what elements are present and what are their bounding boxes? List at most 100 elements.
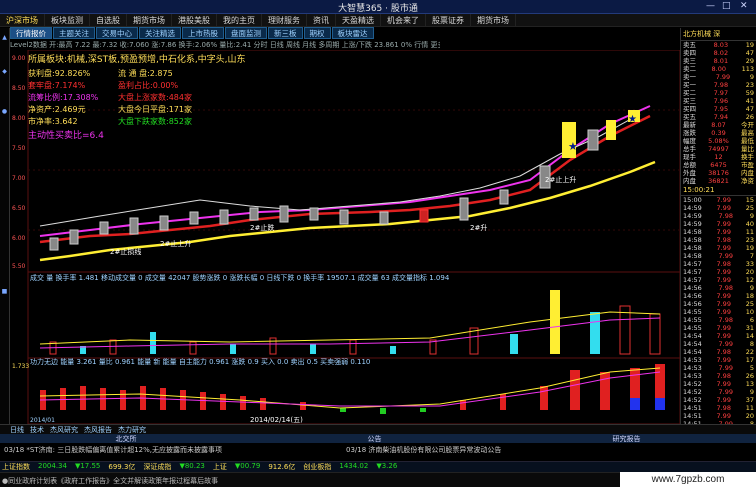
left-strip-icon[interactable]: ■ — [1, 288, 8, 295]
tick-cell: 31 — [745, 324, 754, 332]
tick-cell: 7.98 — [718, 284, 734, 292]
menu-item[interactable]: 我的主页 — [217, 14, 262, 26]
order-book-row[interactable]: 外盘 38176 内盘 — [681, 169, 756, 177]
menu-item[interactable]: 板块监测 — [45, 14, 90, 26]
menu-item[interactable]: 期货市场 — [127, 14, 172, 26]
tick-cell: 7.99 — [718, 364, 734, 372]
order-book-cell: 26 — [745, 113, 754, 121]
menu-item[interactable]: 天盈精选 — [336, 14, 381, 26]
order-book-row[interactable]: 最新 8.07 今开 — [681, 121, 756, 129]
tick-row: 14:52 7.99 37 — [681, 396, 756, 404]
tick-row: 14:55 7.98 6 — [681, 316, 756, 324]
tick-cell: 15 — [745, 196, 754, 204]
tick-cell: 12 — [745, 276, 754, 284]
order-book-row[interactable]: 卖三 8.01 29 — [681, 57, 756, 65]
order-book-row[interactable]: 涨跌 0.39 最高 — [681, 129, 756, 137]
tab[interactable]: 盘面监测 — [225, 27, 267, 39]
tick-cell: 7.99 — [716, 204, 731, 212]
order-book-cell: 8.02 — [713, 49, 729, 57]
minimize-icon[interactable]: — — [706, 1, 715, 11]
news-item[interactable]: 03/18 济南柴油机股份有限公司股票异常波动公告 — [346, 445, 501, 455]
news-column-header[interactable]: 北交所 — [116, 434, 137, 443]
maximize-icon[interactable]: □ — [722, 1, 731, 11]
ticker-item[interactable]: 深证成指 — [143, 462, 171, 472]
order-book-row[interactable]: 总手 74997 量比 — [681, 145, 756, 153]
tab[interactable]: 期权 — [303, 27, 331, 39]
menu-item[interactable]: 资讯 — [307, 14, 336, 26]
left-strip-icon[interactable]: ◆ — [1, 68, 8, 75]
left-strip-icon[interactable]: ● — [1, 108, 8, 115]
order-book-row[interactable]: 买四 7.95 47 — [681, 105, 756, 113]
tick-cell: 14:58 — [683, 228, 702, 236]
close-icon[interactable]: ✕ — [740, 1, 748, 11]
tick-cell: 14:58 — [683, 236, 702, 244]
news-column-header[interactable]: 公告 — [368, 434, 382, 443]
tick-row: 14:55 7.99 10 — [681, 308, 756, 316]
ticker-item: ▼80.23 — [179, 462, 205, 470]
menu-item[interactable]: 股票证券 — [426, 14, 471, 26]
tick-cell: 7.98 — [718, 316, 734, 324]
tick-row: 14:57 7.99 12 — [681, 276, 756, 284]
bottom-tab[interactable]: 杰风报告 — [84, 425, 112, 434]
menu-item[interactable]: 沪深市场 — [0, 14, 45, 26]
tick-cell: 14:53 — [683, 372, 702, 380]
bottom-tab[interactable]: 日线 — [10, 425, 24, 434]
tick-cell: 9 — [749, 284, 754, 292]
tick-cell: 14:52 — [683, 388, 702, 396]
left-strip-icon[interactable]: ▲ — [1, 34, 8, 41]
tab[interactable]: 板块雷达 — [331, 27, 374, 39]
tick-cell: 14:59 — [683, 220, 702, 228]
order-book-row[interactable]: 内盘 36821 净资 — [681, 177, 756, 185]
news-column-header[interactable]: 研究报告 — [613, 434, 641, 443]
tick-cell: 7.99 — [718, 388, 734, 396]
tick-cell: 7.99 — [716, 220, 731, 228]
order-book-cell: 买五 — [683, 113, 696, 121]
tab[interactable]: 新三板 — [268, 27, 303, 39]
tick-cell: 14:56 — [683, 284, 702, 292]
tab[interactable]: 关注精选 — [139, 27, 181, 39]
bottom-tab[interactable]: 技术 — [30, 425, 44, 434]
menu-item[interactable]: 港股美股 — [172, 14, 217, 26]
news-item[interactable]: 03/18 *ST济南: 三日股跌幅偏离值累计超12%,无应披露而未披露事项 — [4, 445, 222, 455]
menu-item[interactable]: 期货市场 — [471, 14, 516, 26]
ticker-item[interactable]: 上证指数 — [2, 462, 30, 472]
bottom-tab[interactable]: 杰风研究 — [50, 425, 78, 434]
order-book-row[interactable]: 买五 7.94 26 — [681, 113, 756, 121]
order-book-row[interactable]: 卖一 7.99 9 — [681, 73, 756, 81]
ticker-item[interactable]: 创业板指 — [303, 462, 331, 472]
tab[interactable]: 交易中心 — [96, 27, 138, 39]
menu-item[interactable]: 理财服务 — [262, 14, 307, 26]
tab[interactable]: 上市热股 — [182, 27, 224, 39]
order-book-cell: 19 — [745, 41, 754, 49]
order-book-row[interactable]: 买三 7.96 41 — [681, 97, 756, 105]
tick-cell: 7.98 — [716, 260, 731, 268]
tick-row: 14:56 7.99 25 — [681, 300, 756, 308]
svg-text:7.00: 7.00 — [12, 175, 26, 182]
tab[interactable]: 主题关注 — [53, 27, 95, 39]
bottom-tab[interactable]: 杰力研究 — [118, 425, 146, 434]
order-book-cell: 29 — [745, 57, 754, 65]
tick-row: 14:53 7.99 17 — [681, 356, 756, 364]
order-book-row[interactable]: 现手 12 换手 — [681, 153, 756, 161]
order-book-cell: 8.07 — [711, 121, 726, 129]
menu-item[interactable]: 自选股 — [90, 14, 127, 26]
order-book-row[interactable]: 卖四 8.02 47 — [681, 49, 756, 57]
order-book-row[interactable]: 买二 7.97 59 — [681, 89, 756, 97]
order-book-cell: 外盘 — [683, 169, 696, 177]
order-book-row[interactable]: 卖五 8.03 19 — [681, 41, 756, 49]
ticker-item[interactable]: 上证 — [213, 462, 227, 472]
order-book-row[interactable]: 总额 6475 市盈 — [681, 161, 756, 169]
status-text: ●同业政府计划表《政府工作报告》全文并解读政策年报过程幕后故事 — [2, 477, 219, 485]
order-book-row[interactable]: 买一 7.98 23 — [681, 81, 756, 89]
tick-cell: 7.99 — [716, 356, 731, 364]
macd-indicator-label: 功力无边 能量 3.261 量比 0.961 能量 新 能量 自主能力 0.96… — [30, 357, 370, 366]
tick-cell: 7.99 — [716, 412, 731, 420]
order-book-row[interactable]: 卖二 8.00 113 — [681, 65, 756, 73]
order-book-cell: 7.96 — [713, 97, 729, 105]
tick-row: 14:58 7.99 7 — [681, 252, 756, 260]
order-book-row[interactable]: 幅度 5.08% 最低 — [681, 137, 756, 145]
tick-row: 14:54 7.99 14 — [681, 332, 756, 340]
tab[interactable]: 行情报价 — [10, 27, 52, 39]
menu-item[interactable]: 机会来了 — [381, 14, 426, 26]
tick-cell: 15:00 — [683, 196, 702, 204]
